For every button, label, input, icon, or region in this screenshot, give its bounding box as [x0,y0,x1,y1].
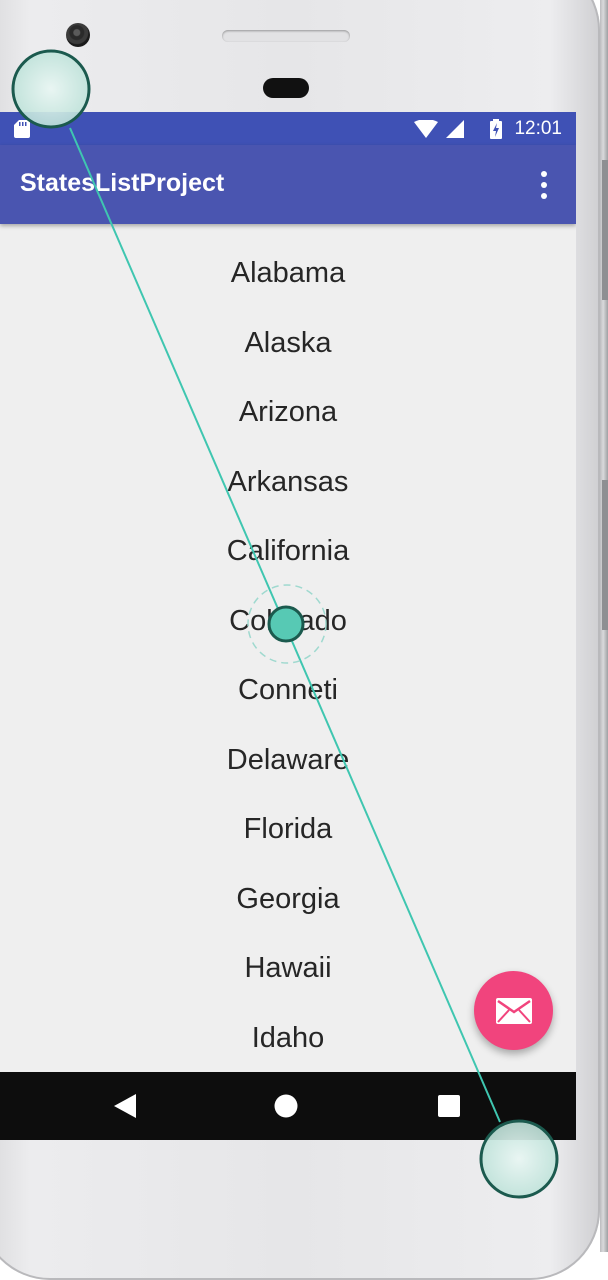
list-item[interactable]: California [0,517,576,587]
list-item[interactable]: Florida [0,795,576,865]
device-screen: 12:01 StatesListProject Alabama Alaska A… [0,112,576,1140]
volume-button [602,160,608,300]
back-button[interactable] [109,1090,141,1122]
front-camera [66,23,90,47]
home-button[interactable] [270,1090,302,1122]
app-bar: StatesListProject [0,145,576,224]
status-clock: 12:01 [514,118,562,139]
states-list[interactable]: Alabama Alaska Arizona Arkansas Californ… [0,239,576,1073]
home-circle-icon [274,1094,298,1118]
sd-card-icon [14,120,30,138]
list-item[interactable]: Arkansas [0,448,576,518]
list-item[interactable]: Arizona [0,378,576,448]
email-icon [495,997,532,1024]
list-item[interactable]: Alabama [0,239,576,309]
list-item[interactable]: Colorado [0,587,576,657]
list-item[interactable]: Georgia [0,865,576,935]
list-item[interactable]: Delaware [0,726,576,796]
menu-dot [541,182,547,188]
wifi-icon [414,120,439,138]
menu-dot [541,193,547,199]
list-item[interactable]: Alaska [0,309,576,379]
app-title: StatesListProject [20,169,225,197]
recents-button[interactable] [433,1090,465,1122]
more-vert-icon[interactable] [532,171,556,199]
back-triangle-icon [114,1094,136,1118]
cell-signal-icon [446,120,465,138]
navigation-bar [0,1072,576,1140]
status-bar: 12:01 [0,112,576,145]
earpiece-speaker [222,30,350,42]
email-fab-button[interactable] [474,971,553,1050]
menu-dot [541,171,547,177]
list-item[interactable]: Conneti [0,656,576,726]
recents-square-icon [438,1095,460,1117]
battery-charging-icon [490,119,503,139]
proximity-sensor [263,78,309,98]
power-button [602,480,608,630]
signal-gap-icon [472,120,482,138]
